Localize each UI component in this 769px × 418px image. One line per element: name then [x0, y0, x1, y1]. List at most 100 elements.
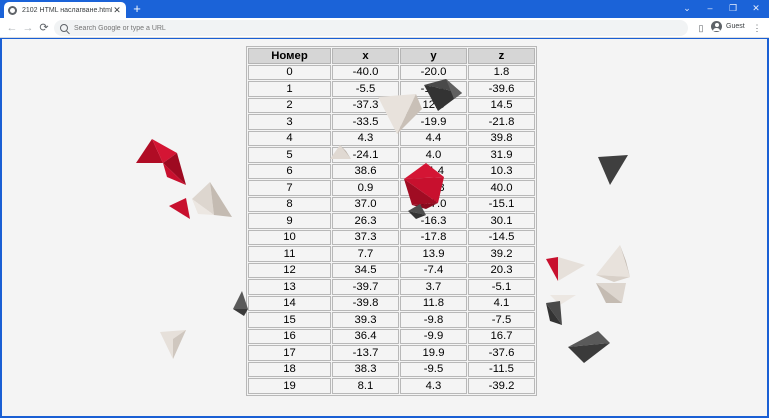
table-row: 11 7.7 13.9 39.2	[248, 246, 535, 262]
table-cell: 39.3	[332, 312, 399, 328]
table-cell: 4.4	[400, 130, 467, 146]
table-row: 19 8.1 4.3 -39.2	[248, 378, 535, 394]
new-tab-button[interactable]: +	[130, 2, 144, 16]
cream-small-right	[550, 295, 576, 305]
address-input[interactable]	[74, 24, 674, 32]
table-cell: -37.3	[332, 97, 399, 113]
data-table: Номер x y z 0 -40.0 -20.0 1.8 1 -5.5 -16.9 -39.…	[246, 46, 537, 396]
table-cell: 11.8	[400, 295, 467, 311]
address-bar[interactable]	[54, 20, 688, 36]
table-cell: 10	[248, 229, 331, 245]
table-row: 13 -39.7 3.7 -5.1	[248, 279, 535, 295]
side-panel-icon[interactable]: ▯	[695, 21, 707, 35]
table-row: 7 0.9 12.8 40.0	[248, 180, 535, 196]
toolbar: ← → ⟳ ▯ Guest ⋮	[0, 18, 769, 38]
dark-pyramid-right-bottom	[568, 331, 610, 363]
back-button[interactable]: ←	[5, 21, 19, 35]
table-cell: 30.1	[468, 213, 535, 229]
table-cell: -14.5	[468, 229, 535, 245]
table-cell: 19.9	[400, 345, 467, 361]
table-cell: 11.4	[400, 163, 467, 179]
table-cell: 13	[248, 279, 331, 295]
table-cell: 37.3	[332, 229, 399, 245]
header-number: Номер	[248, 48, 331, 64]
profile-button[interactable]: Guest	[711, 21, 745, 32]
table-row: 9 26.3 -16.3 30.1	[248, 213, 535, 229]
table-header-row: Номер x y z	[248, 48, 535, 64]
avatar-icon	[711, 21, 722, 32]
table-cell: 7.7	[332, 246, 399, 262]
table-cell: -17.0	[400, 196, 467, 212]
table-cell: -20.0	[400, 64, 467, 80]
table-cell: 19	[248, 378, 331, 394]
table-cell: 5	[248, 147, 331, 163]
table-cell: -39.6	[468, 81, 535, 97]
table-cell: 4.3	[332, 130, 399, 146]
table-cell: -7.5	[468, 312, 535, 328]
tab-close-icon[interactable]: ✕	[112, 5, 122, 15]
table-cell: 9	[248, 213, 331, 229]
table-cell: 6	[248, 163, 331, 179]
menu-icon[interactable]: ⋮	[752, 21, 762, 35]
page-viewport: Номер x y z 0 -40.0 -20.0 1.8 1 -5.5 -16.9 -39.…	[2, 39, 767, 416]
table-cell: -5.1	[468, 279, 535, 295]
tab-title: 2102 HTML наслагване.html	[22, 6, 112, 14]
reload-button[interactable]: ⟳	[37, 21, 51, 35]
table-cell: 20.3	[468, 262, 535, 278]
table-cell: -11.5	[468, 361, 535, 377]
table-cell: 39.8	[468, 130, 535, 146]
table-row: 6 38.6 11.4 10.3	[248, 163, 535, 179]
table-cell: -24.1	[332, 147, 399, 163]
table-cell: 8.1	[332, 378, 399, 394]
red-flag-shape	[546, 257, 585, 281]
tab-strip: 2102 HTML наслагване.html ✕ + ⌄ – ❐ ✕	[0, 0, 769, 18]
table-cell: -5.5	[332, 81, 399, 97]
table-cell: 18	[248, 361, 331, 377]
table-cell: -16.3	[400, 213, 467, 229]
table-row: 14 -39.8 11.8 4.1	[248, 295, 535, 311]
table-cell: 36.4	[332, 328, 399, 344]
table-cell: 16.7	[468, 328, 535, 344]
table-cell: -37.6	[468, 345, 535, 361]
table-cell: 26.3	[332, 213, 399, 229]
table-cell: 3.7	[400, 279, 467, 295]
table-row: 5 -24.1 4.0 31.9	[248, 147, 535, 163]
table-cell: -17.8	[400, 229, 467, 245]
table-cell: -39.2	[468, 378, 535, 394]
table-cell: -39.7	[332, 279, 399, 295]
cream-box-shape	[596, 283, 626, 303]
table-cell: 10.3	[468, 163, 535, 179]
table-cell: 37.0	[332, 196, 399, 212]
cream-pyramid-right	[596, 245, 630, 282]
browser-window: 2102 HTML наслагване.html ✕ + ⌄ – ❐ ✕ ← …	[0, 0, 769, 418]
table-cell: 12.6	[400, 97, 467, 113]
table-cell: -21.8	[468, 114, 535, 130]
cream-pyramid-shape	[192, 182, 232, 217]
table-cell: -16.9	[400, 81, 467, 97]
table-cell: -19.9	[400, 114, 467, 130]
close-window-button[interactable]: ✕	[745, 0, 767, 17]
table-cell: 34.5	[332, 262, 399, 278]
header-y: y	[400, 48, 467, 64]
dark-small-right	[546, 301, 562, 325]
minimize-button[interactable]: –	[699, 0, 721, 17]
table-row: 2 -37.3 12.6 14.5	[248, 97, 535, 113]
table-row: 0 -40.0 -20.0 1.8	[248, 64, 535, 80]
table-cell: 38.3	[332, 361, 399, 377]
table-row: 8 37.0 -17.0 -15.1	[248, 196, 535, 212]
tab-active[interactable]: 2102 HTML наслагване.html ✕	[4, 2, 126, 18]
table-cell: -33.5	[332, 114, 399, 130]
table-cell: 12	[248, 262, 331, 278]
globe-icon	[8, 5, 17, 15]
search-icon	[60, 24, 68, 32]
cream-triangle-shape	[160, 330, 186, 359]
tab-search-button[interactable]: ⌄	[676, 0, 698, 17]
red-small-shape	[169, 198, 190, 219]
forward-button[interactable]: →	[21, 21, 35, 35]
table-cell: 15	[248, 312, 331, 328]
table-cell: -39.8	[332, 295, 399, 311]
maximize-button[interactable]: ❐	[722, 0, 744, 17]
table-row: 12 34.5 -7.4 20.3	[248, 262, 535, 278]
table-cell: 17	[248, 345, 331, 361]
profile-label: Guest	[726, 23, 745, 30]
